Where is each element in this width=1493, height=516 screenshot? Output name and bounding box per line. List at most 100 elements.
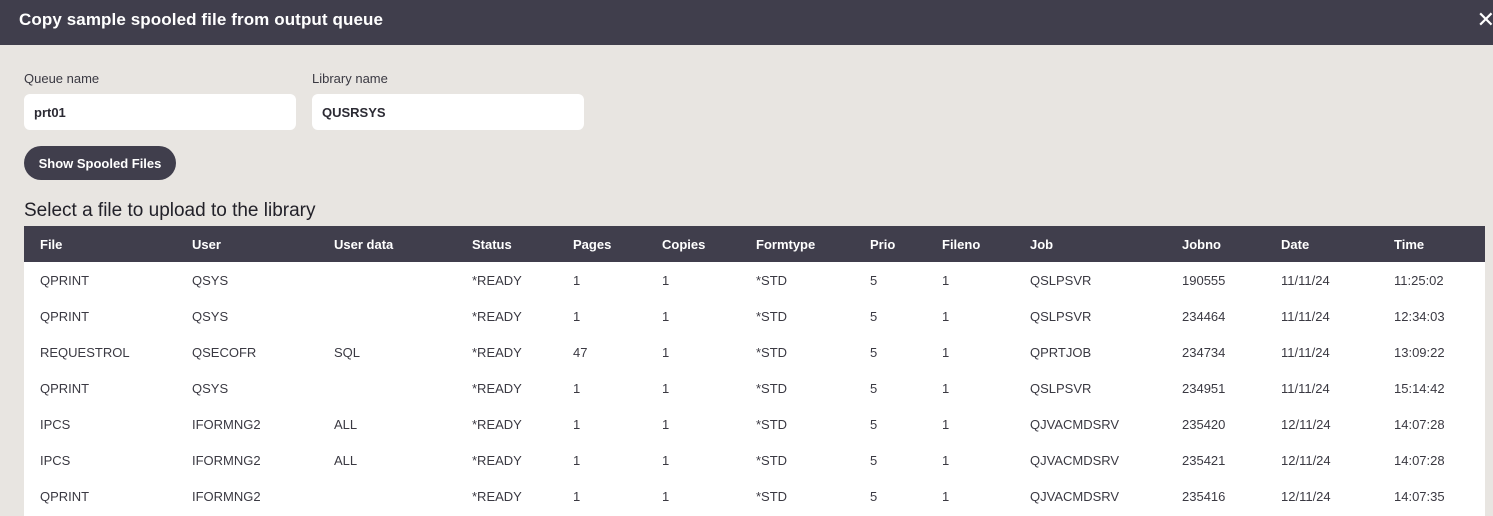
- table-cell: QSLPSVR: [1030, 380, 1092, 396]
- table-cell: 1: [942, 452, 950, 468]
- table-cell: 12/11/24: [1281, 416, 1331, 432]
- table-cell: SQL: [334, 344, 361, 360]
- table-cell: *READY: [472, 308, 522, 324]
- column-header-date[interactable]: Date: [1265, 226, 1378, 262]
- table-cell: 14:07:28: [1394, 452, 1445, 468]
- column-header-formtype[interactable]: Formtype: [740, 226, 854, 262]
- table-cell: 234951: [1182, 380, 1226, 396]
- table-cell: *STD: [756, 380, 788, 396]
- table-cell: 234464: [1182, 308, 1226, 324]
- table-cell: 235416: [1182, 488, 1226, 504]
- table-cell: 47: [573, 344, 588, 360]
- table-cell: QJVACMDSRV: [1030, 452, 1120, 468]
- table-cell: 1: [662, 380, 670, 396]
- table-cell: *READY: [472, 452, 522, 468]
- table-cell: 14:07:28: [1394, 416, 1445, 432]
- table-cell: 1: [573, 488, 581, 504]
- table-cell: 12/11/24: [1281, 452, 1331, 468]
- table-cell: 11:25:02: [1394, 272, 1444, 288]
- table-cell: IPCS: [40, 416, 71, 432]
- column-header-time[interactable]: Time: [1378, 226, 1485, 262]
- table-cell: 1: [573, 308, 581, 324]
- table-cell: 1: [942, 344, 950, 360]
- table-cell: *STD: [756, 308, 788, 324]
- table-row[interactable]: QPRINT QSYS *READY 1 1 *STD 5 1 QSLPSVR 234464 11/…: [24, 298, 1485, 334]
- table-cell: 1: [573, 272, 581, 288]
- column-header-job[interactable]: Job: [1014, 226, 1166, 262]
- table-cell: QSECOFR: [192, 344, 257, 360]
- table-cell: 11/11/24: [1281, 380, 1330, 396]
- table-row[interactable]: QPRINT QSYS *READY 1 1 *STD 5 1 QSLPSVR 190555 11/…: [24, 262, 1485, 298]
- table-cell: 14:07:35: [1394, 488, 1445, 504]
- table-cell: 1: [942, 272, 950, 288]
- table-cell: 12/11/24: [1281, 488, 1331, 504]
- table-row[interactable]: QPRINT IFORMNG2 *READY 1 1 *STD 5 1 QJVACMDSRV 23…: [24, 478, 1485, 514]
- table-cell: ALL: [334, 452, 358, 468]
- table-cell: QSLPSVR: [1030, 272, 1092, 288]
- column-header-fileno[interactable]: Fileno: [926, 226, 1014, 262]
- table-cell: 1: [942, 308, 950, 324]
- table-cell: QJVACMDSRV: [1030, 416, 1120, 432]
- column-header-pages[interactable]: Pages: [557, 226, 646, 262]
- table-cell: IFORMNG2: [192, 416, 261, 432]
- table-row[interactable]: REQUESTROL QSECOFR SQL *READY 47 1 *STD 5 1 QPRTJ…: [24, 334, 1485, 370]
- table-cell: 11/11/24: [1281, 344, 1330, 360]
- dialog-titlebar: Copy sample spooled file from output que…: [0, 0, 1493, 45]
- column-header-status[interactable]: Status: [456, 226, 557, 262]
- table-cell: 1: [662, 272, 670, 288]
- column-header-user-data[interactable]: User data: [318, 226, 456, 262]
- table-cell: QPRINT: [40, 380, 90, 396]
- table-cell: *STD: [756, 452, 788, 468]
- queue-name-input[interactable]: [24, 94, 296, 130]
- table-cell: 1: [573, 380, 581, 396]
- column-header-user[interactable]: User: [176, 226, 318, 262]
- table-cell: 1: [942, 380, 950, 396]
- show-spooled-files-button[interactable]: Show Spooled Files: [24, 146, 176, 180]
- table-cell: *READY: [472, 272, 522, 288]
- table-cell: 235421: [1182, 452, 1226, 468]
- column-header-jobno[interactable]: Jobno: [1166, 226, 1265, 262]
- column-header-prio[interactable]: Prio: [854, 226, 926, 262]
- column-header-copies[interactable]: Copies: [646, 226, 740, 262]
- table-cell: [318, 370, 456, 406]
- section-title: Select a file to upload to the library: [24, 200, 316, 221]
- table-row[interactable]: QPRINT QSYS *READY 1 1 *STD 5 1 QSLPSVR 234951 11/…: [24, 370, 1485, 406]
- table-cell: REQUESTROL: [40, 344, 130, 360]
- table-header-row: File User User data Status Pages Copies Formty…: [24, 226, 1485, 262]
- library-name-input[interactable]: [312, 94, 584, 130]
- table-cell: *STD: [756, 272, 788, 288]
- table-cell: QSLPSVR: [1030, 308, 1092, 324]
- library-name-label: Library name: [312, 71, 388, 86]
- dialog-title: Copy sample spooled file from output que…: [19, 10, 384, 29]
- table-cell: 5: [870, 272, 878, 288]
- table-cell: IFORMNG2: [192, 488, 261, 504]
- table-cell: *STD: [756, 488, 788, 504]
- table-cell: QSYS: [192, 272, 229, 288]
- table-cell: 1: [662, 416, 670, 432]
- table-cell: 1: [573, 452, 581, 468]
- table-cell: QJVACMDSRV: [1030, 488, 1120, 504]
- table-cell: *STD: [756, 416, 788, 432]
- table-cell: IPCS: [40, 452, 71, 468]
- table-row[interactable]: IPCS IFORMNG2 ALL *READY 1 1 *STD 5 1 QJVACMDSRV 2…: [24, 442, 1485, 478]
- table-cell: [318, 262, 456, 298]
- queue-name-label: Queue name: [24, 71, 100, 86]
- table-row[interactable]: IPCS IFORMNG2 ALL *READY 1 1 *STD 5 1 QJVACMDSRV 2…: [24, 406, 1485, 442]
- table-cell: [318, 298, 456, 334]
- table-cell: 1: [662, 344, 670, 360]
- table-cell: 5: [870, 308, 878, 324]
- table-cell: 12:34:03: [1394, 308, 1445, 324]
- table-cell: QSYS: [192, 380, 229, 396]
- table-cell: [318, 478, 456, 514]
- close-icon[interactable]: ✕: [1477, 9, 1493, 31]
- table-cell: 11/11/24: [1281, 272, 1330, 288]
- table-cell: QPRINT: [40, 308, 90, 324]
- table-cell: 1: [942, 416, 950, 432]
- table-cell: QSYS: [192, 308, 229, 324]
- table-cell: 1: [662, 488, 670, 504]
- table-cell: 13:09:22: [1394, 344, 1445, 360]
- table-cell: 15:14:42: [1394, 380, 1445, 396]
- table-cell: 1: [662, 308, 670, 324]
- column-header-file[interactable]: File: [24, 226, 176, 262]
- table-cell: *READY: [472, 380, 522, 396]
